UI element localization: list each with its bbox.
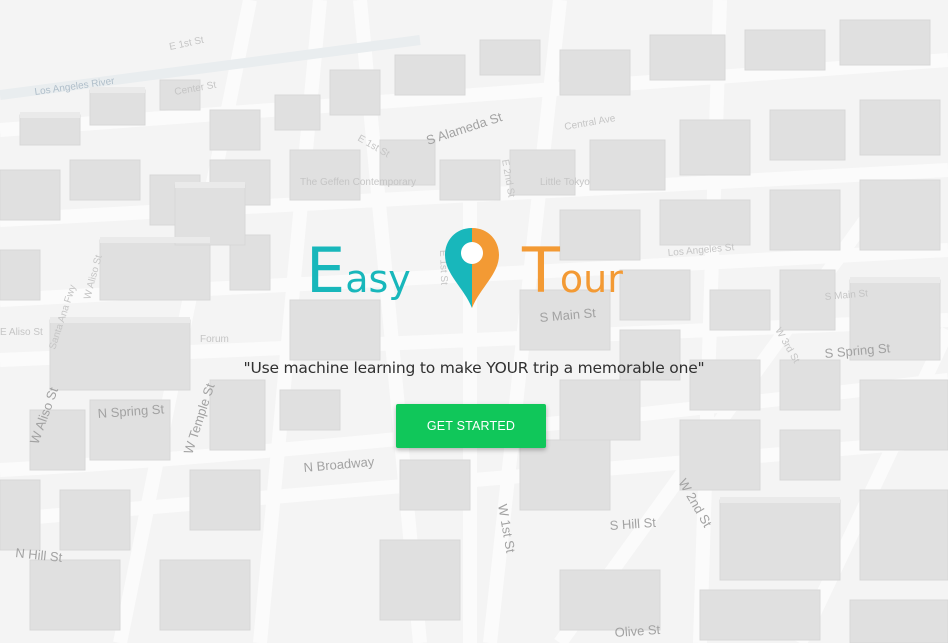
logo-word-easy: Easy [306,234,411,307]
map-pin-icon [445,228,499,308]
easy-tour-logo: Easy Tour [306,226,646,310]
tagline: "Use machine learning to make YOUR trip … [243,359,705,377]
hero-section: Easy Tour "Use machine learning to make … [0,0,948,643]
landing-page: E 1st St Los Angeles River Center St S A… [0,0,948,643]
get-started-button[interactable]: GET STARTED [396,404,546,448]
logo-word-tour: Tour [522,234,623,307]
